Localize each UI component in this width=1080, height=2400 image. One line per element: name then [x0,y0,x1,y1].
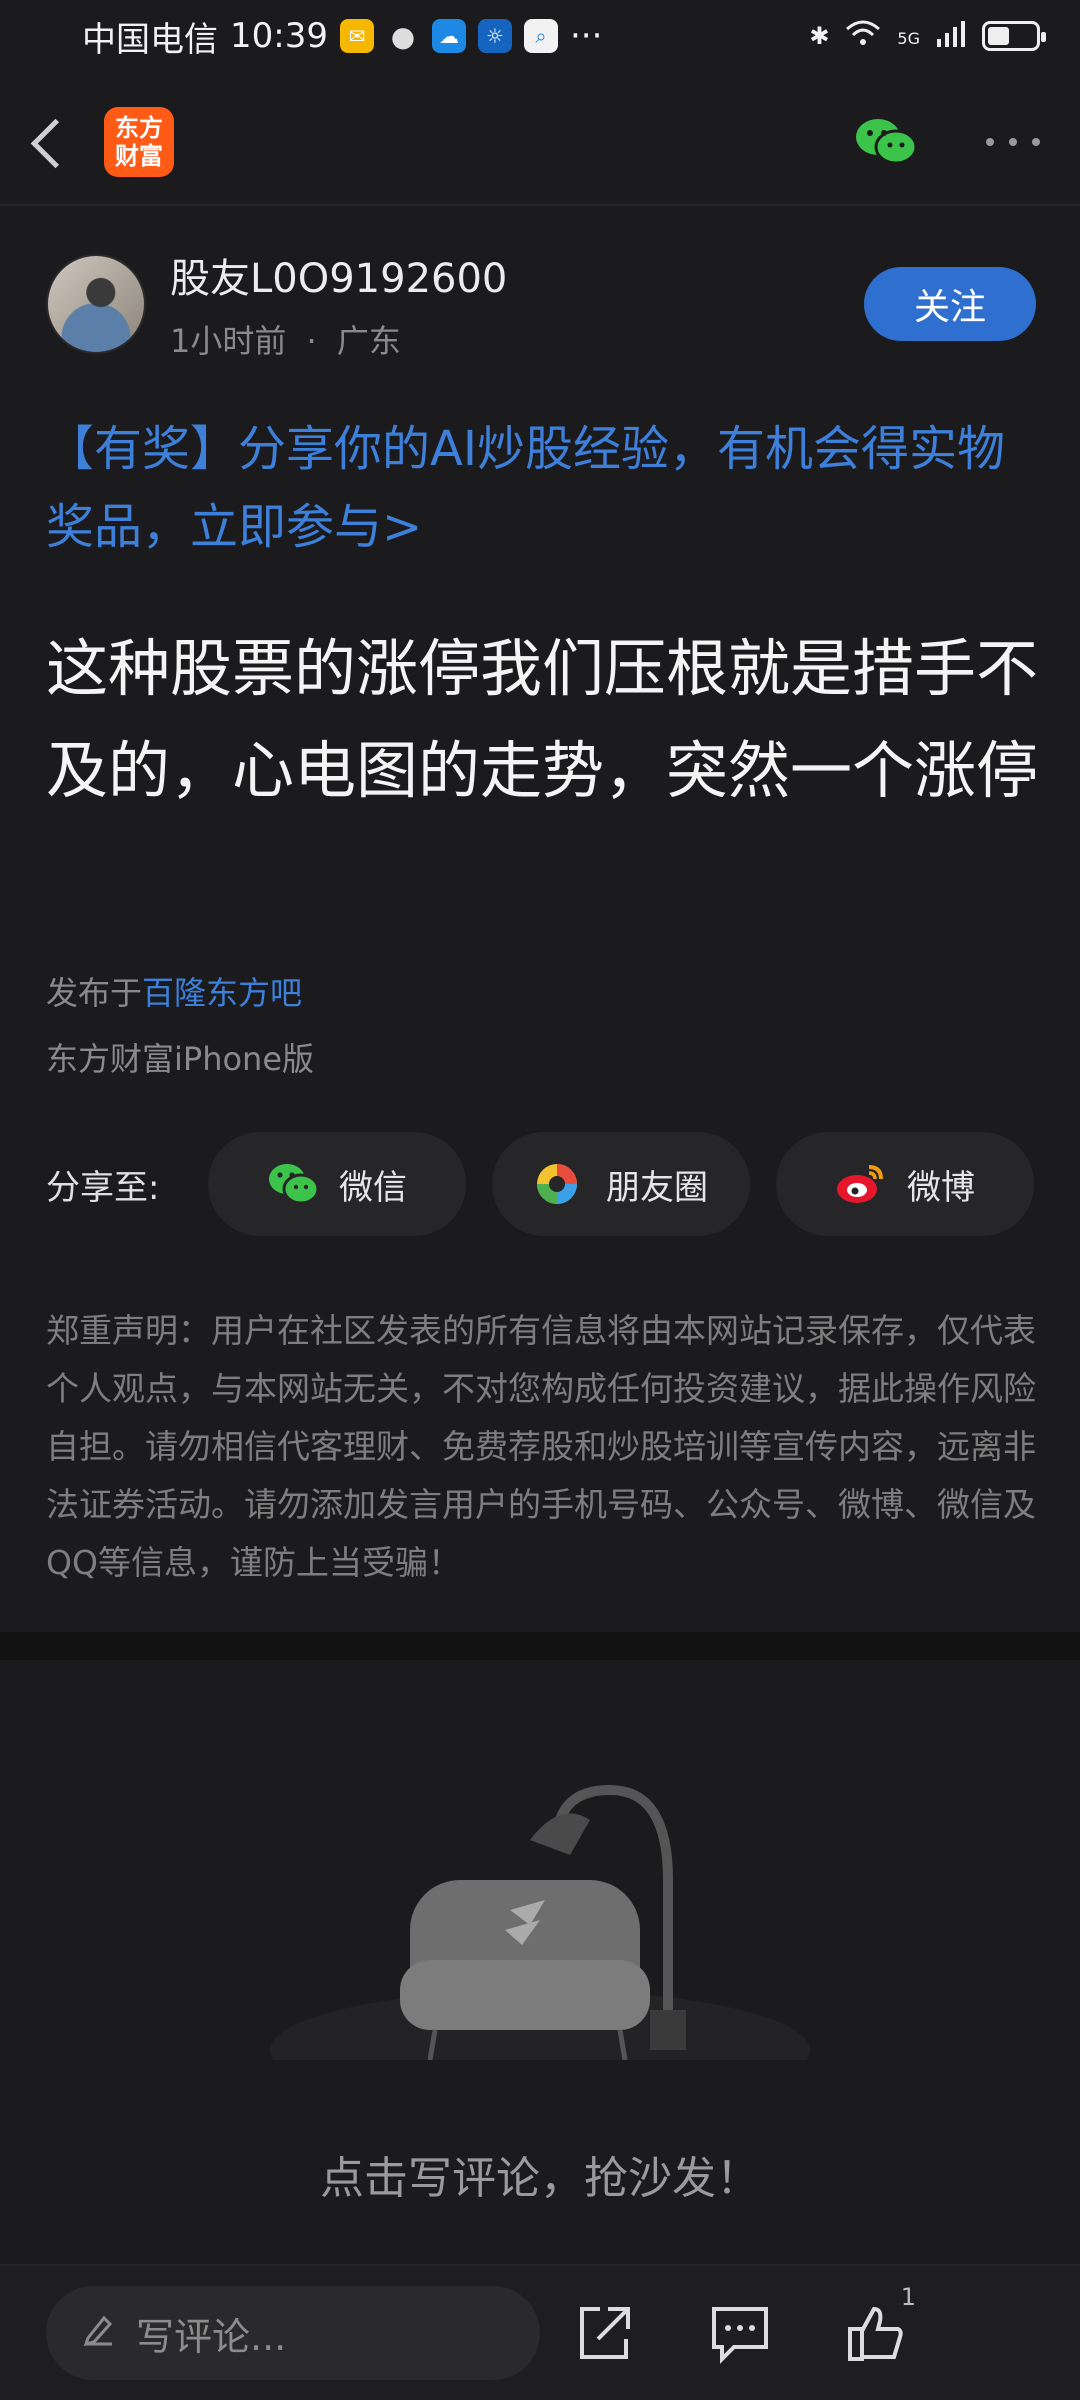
back-arrow-icon[interactable] [28,112,72,172]
promo-link[interactable]: 【有奖】分享你的AI炒股经验，有机会得实物奖品，立即参与> [46,410,1036,566]
mail-notification-icon: ✉ [339,19,374,53]
share-wechat-button[interactable]: 微信 [208,1132,466,1236]
status-bar: 中国电信 10:39 ✉ ● ☁ ☼ ⌕ ··· ✱ 5G [0,0,1080,72]
carrier-label: 中国电信 [82,19,218,60]
bluetooth-icon: ✱ [809,22,830,50]
post-meta: 1小时前 · 广东 [170,316,507,362]
share-weibo-label: 微博 [907,1167,975,1208]
avatar[interactable] [46,254,146,354]
post-time: 1小时前 [170,322,287,360]
weibo-icon [835,1161,887,1207]
comment-placeholder: 写评论... [136,2314,287,2359]
network-type-label: 5G [897,29,920,48]
section-divider [0,1632,1080,1660]
pencil-icon [82,2311,116,2355]
more-options-icon[interactable] [986,132,1040,152]
author-name[interactable]: 股友L0O9192600 [170,246,507,304]
wechat-notification-icon: ● [390,19,416,53]
post-platform: 东方财富iPhone版 [46,1040,315,1078]
wechat-icon [267,1161,320,1207]
battery-icon [982,21,1046,51]
empty-comments-illustration [260,1760,820,2110]
search-notification-icon: ⌕ [523,19,558,53]
share-wechat-label: 微信 [339,1167,407,1208]
empty-comments-prompt[interactable]: 点击写评论，抢沙发！ [0,2142,1080,2206]
source-prefix: 发布于 [46,974,143,1012]
post-source: 发布于百隆东方吧 [46,968,302,1014]
share-label: 分享至: [46,1167,160,1208]
moments-icon [534,1161,586,1207]
meta-separator: · [306,322,317,360]
signal-icon [936,19,966,53]
weather-notification-icon: ☁ [431,19,466,53]
clock: 10:39 [230,16,328,56]
disclaimer-text: 郑重声明：用户在社区发表的所有信息将由本网站记录保存，仅代表个人观点，与本网站无… [46,1311,1036,1582]
share-moments-button[interactable]: 朋友圈 [492,1132,750,1236]
bottom-action-bar: 写评论... 1 [0,2264,1080,2400]
like-icon[interactable]: 1 [844,2283,916,2365]
wifi-icon [845,19,881,53]
share-moments-label: 朋友圈 [606,1167,708,1208]
top-nav-bar: 东方 财富 [0,80,1080,206]
post-title: 这种股票的涨停我们压根就是措手不及的，心电图的走势，突然一个涨停 [46,632,1039,807]
comment-icon[interactable] [708,2301,772,2365]
stock-bar-link[interactable]: 百隆东方吧 [142,974,302,1012]
share-row: 分享至: 微信 朋友圈 微博 [46,1132,1036,1236]
like-count: 1 [900,2283,916,2311]
author-row: 股友L0O9192600 1小时前 · 广东 关注 [46,252,1036,360]
share-icon[interactable] [572,2301,636,2365]
comment-input[interactable]: 写评论... [46,2286,540,2380]
more-notifications-icon: ··· [569,16,603,56]
bulb-notification-icon: ☼ [477,19,512,53]
wechat-share-icon[interactable] [854,117,918,167]
follow-button[interactable]: 关注 [864,267,1036,341]
eastmoney-logo: 东方 财富 [104,107,174,177]
share-weibo-button[interactable]: 微博 [776,1132,1034,1236]
post-location: 广东 [336,322,401,360]
